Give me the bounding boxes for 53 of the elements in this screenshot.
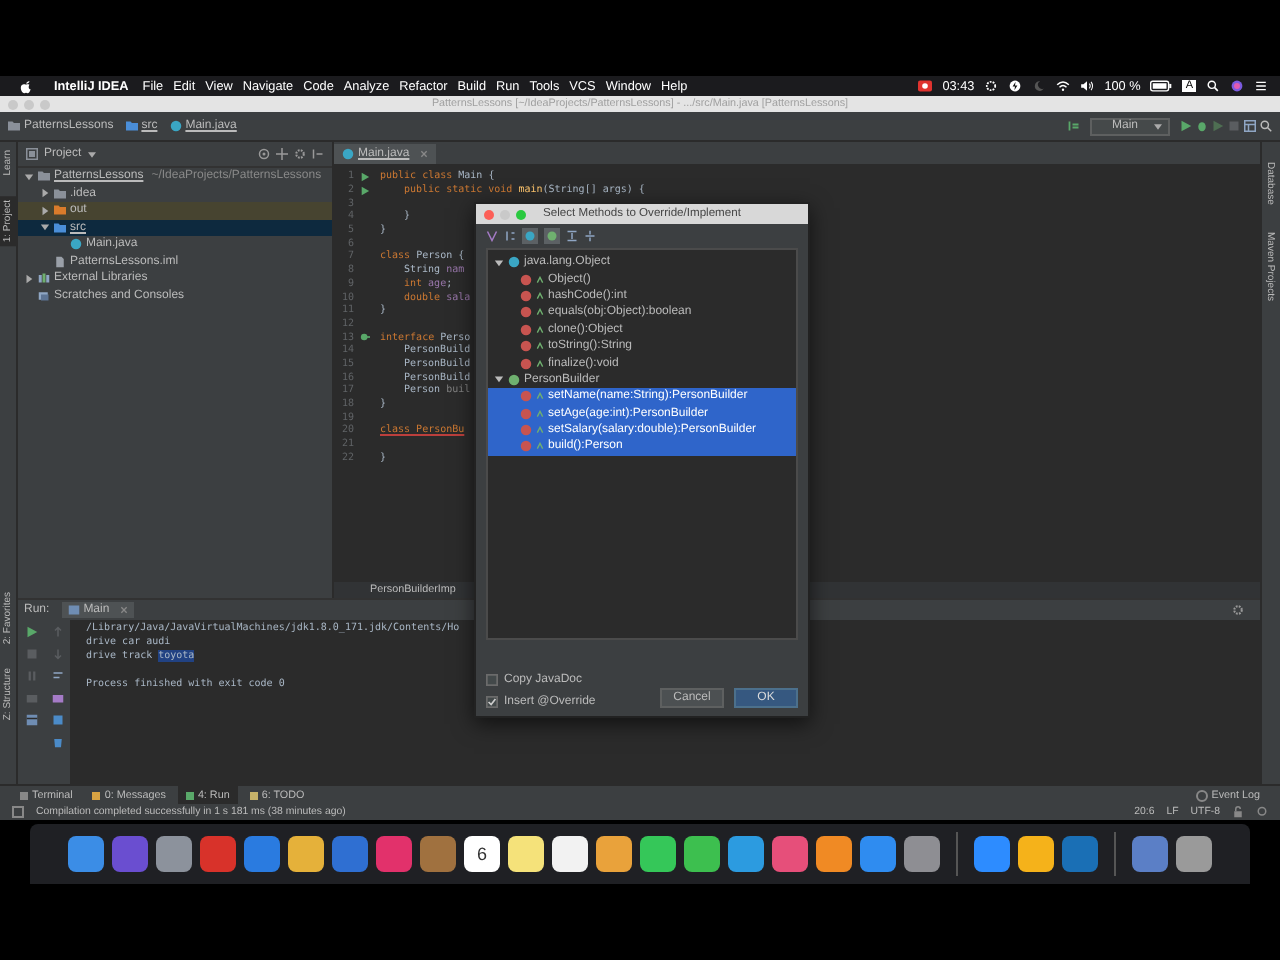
siri-icon[interactable] bbox=[1230, 80, 1244, 92]
close-icon[interactable] bbox=[419, 150, 428, 158]
volume-icon[interactable] bbox=[1080, 80, 1095, 92]
interface-icon bbox=[508, 373, 520, 386]
folder-icon bbox=[8, 120, 20, 132]
caret-icon bbox=[1154, 123, 1162, 129]
wifi-icon[interactable] bbox=[1056, 80, 1071, 92]
trash-icon[interactable] bbox=[51, 736, 63, 748]
expand-arrow-icon[interactable] bbox=[40, 205, 50, 216]
file-icon bbox=[54, 255, 66, 268]
interface-filter-toggle[interactable] bbox=[544, 228, 560, 244]
app-icon[interactable] bbox=[1018, 836, 1054, 872]
list-icon[interactable] bbox=[1254, 80, 1268, 92]
expand-arrow-icon[interactable] bbox=[494, 374, 504, 385]
app-icon[interactable] bbox=[596, 836, 632, 872]
play-icon[interactable] bbox=[1180, 120, 1192, 132]
battery-icon[interactable] bbox=[1150, 80, 1173, 92]
class-filter-toggle[interactable] bbox=[522, 228, 538, 244]
lock-icon[interactable] bbox=[1232, 806, 1244, 818]
close-icon[interactable] bbox=[119, 606, 128, 614]
library-icon bbox=[38, 272, 50, 285]
layout-icon[interactable] bbox=[25, 714, 37, 726]
class-icon bbox=[342, 148, 354, 160]
app-icon[interactable] bbox=[508, 836, 544, 872]
class-icon bbox=[70, 238, 82, 251]
class-icon bbox=[169, 120, 182, 132]
expand-arrow-icon[interactable] bbox=[494, 257, 504, 268]
apple-logo-icon[interactable] bbox=[20, 79, 32, 93]
caret-icon bbox=[87, 151, 96, 157]
expand-arrow-icon[interactable] bbox=[40, 222, 50, 233]
target-icon[interactable] bbox=[258, 148, 270, 160]
app-icon[interactable] bbox=[816, 836, 852, 872]
app-icon[interactable] bbox=[288, 836, 324, 872]
record-icon[interactable] bbox=[918, 80, 933, 92]
app-icon[interactable] bbox=[552, 836, 588, 872]
implemented-gutter-icon[interactable] bbox=[360, 332, 370, 343]
expand-arrow-icon[interactable] bbox=[40, 188, 50, 199]
rerun-icon[interactable] bbox=[25, 626, 37, 638]
moon-icon[interactable] bbox=[1032, 80, 1047, 92]
project-icon bbox=[26, 148, 38, 160]
expand-arrow-icon[interactable] bbox=[24, 273, 34, 284]
app-icon[interactable] bbox=[1176, 836, 1212, 872]
expand-arrow-icon[interactable] bbox=[24, 171, 34, 182]
console-icon bbox=[67, 604, 80, 616]
app-icon[interactable] bbox=[684, 836, 720, 872]
app-icon[interactable] bbox=[640, 836, 676, 872]
folder-icon bbox=[125, 120, 138, 132]
bolt-icon[interactable] bbox=[1008, 80, 1023, 92]
class-icon bbox=[508, 256, 520, 269]
structure-icon[interactable] bbox=[1244, 120, 1256, 132]
hide-icon[interactable] bbox=[312, 148, 324, 160]
app-icon[interactable]: 6 bbox=[464, 836, 500, 872]
scratch-icon bbox=[38, 289, 50, 302]
